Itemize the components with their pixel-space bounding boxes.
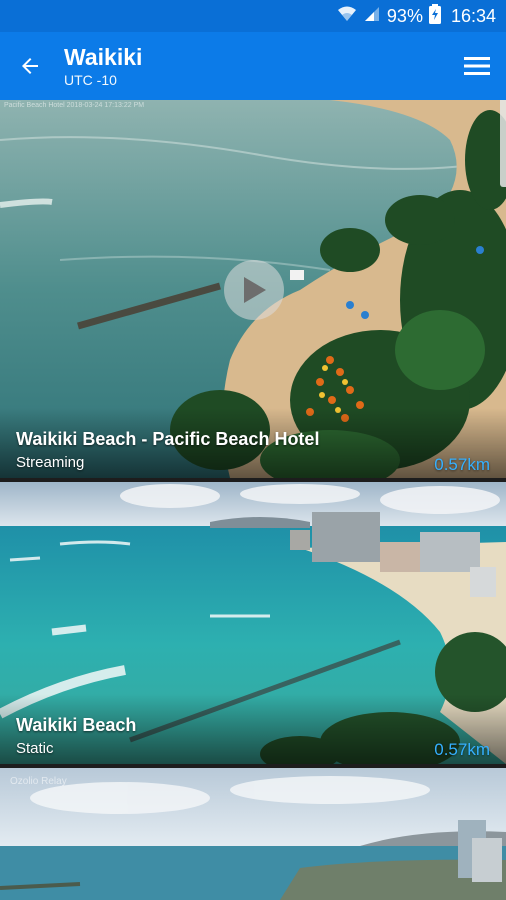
webcam-thumbnail bbox=[0, 768, 506, 900]
battery-icon bbox=[428, 3, 441, 29]
back-button[interactable] bbox=[0, 32, 60, 100]
camera-name: Waikiki Beach - Pacific Beach Hotel bbox=[16, 429, 320, 449]
battery-percent: 93% bbox=[386, 5, 423, 26]
hamburger-menu-icon bbox=[464, 57, 490, 75]
webcam-card[interactable]: Waikiki Beach Static 0.57km bbox=[0, 482, 506, 764]
status-bar: 93% 16:34 bbox=[0, 0, 506, 32]
page-title: Waikiki bbox=[64, 43, 143, 70]
arrow-back-icon bbox=[22, 58, 38, 74]
camera-name: Waikiki Beach bbox=[16, 715, 137, 735]
camera-type: Static bbox=[16, 740, 54, 757]
webcam-card[interactable]: Pacific Beach Hotel 2018-03-24 17:13:22 … bbox=[0, 100, 506, 478]
camera-distance: 0.57km bbox=[434, 740, 490, 759]
play-icon bbox=[244, 277, 266, 303]
play-button[interactable] bbox=[224, 260, 284, 320]
wifi-icon bbox=[337, 5, 357, 28]
webcam-card[interactable]: Ozolio Relay bbox=[0, 768, 506, 900]
menu-button[interactable] bbox=[448, 32, 506, 100]
app-bar: Waikiki UTC -10 bbox=[0, 32, 506, 100]
timezone-label: UTC -10 bbox=[64, 71, 117, 88]
camera-watermark: Pacific Beach Hotel 2018-03-24 17:13:22 … bbox=[4, 102, 145, 109]
camera-type: Streaming bbox=[16, 454, 85, 471]
camera-watermark: Ozolio Relay bbox=[10, 776, 67, 787]
camera-distance: 0.57km bbox=[434, 455, 490, 474]
signal-icon bbox=[363, 5, 381, 28]
status-time: 16:34 bbox=[450, 5, 496, 26]
scrollbar-thumb[interactable] bbox=[500, 100, 506, 187]
